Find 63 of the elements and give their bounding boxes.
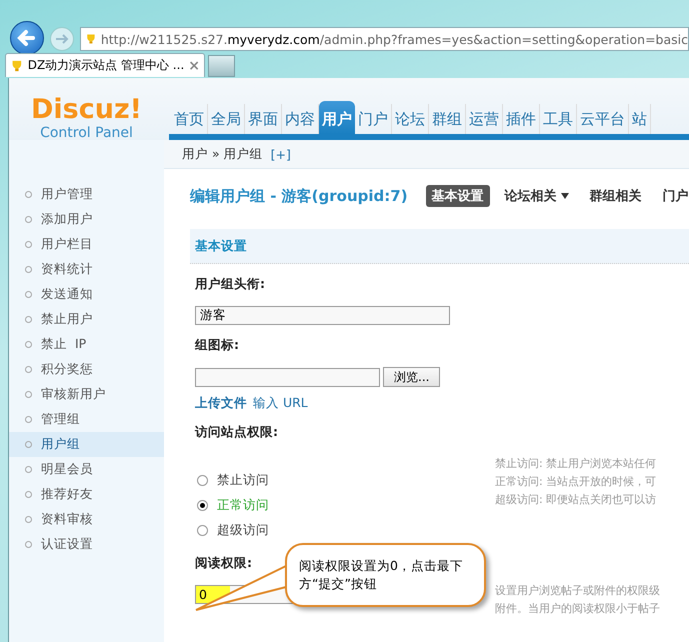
nav-tab[interactable]: 门户: [355, 104, 392, 134]
caret-icon: [560, 193, 569, 199]
help-text: 超级访问: 即便站点关闭也可以访: [495, 492, 656, 507]
sidebar-item[interactable]: 添加用户: [9, 207, 164, 232]
sidebar-item[interactable]: 推荐好友: [9, 482, 164, 507]
nav-tab[interactable]: 论坛: [392, 104, 429, 134]
sidebar-item[interactable]: 管理组: [9, 407, 164, 432]
logo-subtitle: Control Panel: [40, 125, 133, 141]
nav-tab[interactable]: 插件: [503, 104, 540, 134]
nav-tab[interactable]: 界面: [245, 104, 282, 134]
file-field[interactable]: [195, 368, 380, 386]
sidebar-item[interactable]: 认证设置: [9, 532, 164, 557]
help-text: 正常访问: 当站点开放的时候，可: [495, 474, 656, 489]
browser-tab[interactable]: DZ动力演示站点 管理中心 ... ×: [5, 53, 205, 77]
field-label: 访问站点权限:: [195, 424, 278, 441]
sidebar-item[interactable]: 用户栏目: [9, 232, 164, 257]
sidebar-item[interactable]: 用户管理: [9, 182, 164, 207]
url-link[interactable]: 输入 URL: [253, 395, 308, 412]
upload-link[interactable]: 上传文件: [195, 395, 247, 412]
nav-tab[interactable]: 首页: [171, 104, 208, 134]
subtab[interactable]: 群组相关: [584, 185, 648, 207]
radio-button[interactable]: [197, 475, 208, 486]
nav-tab[interactable]: 站: [629, 104, 651, 134]
nav-tab[interactable]: 云平台: [577, 104, 629, 134]
field-label: 阅读权限:: [195, 555, 252, 572]
field-label: 用户组头衔:: [195, 276, 265, 293]
subtab[interactable]: 论坛相关: [498, 185, 575, 207]
add-link[interactable]: [+]: [270, 146, 291, 162]
new-tab-button[interactable]: [208, 55, 235, 77]
nav-tab[interactable]: 运营: [466, 104, 503, 134]
radio-option[interactable]: 禁止访问: [197, 468, 495, 493]
nav-tab[interactable]: 工具: [540, 104, 577, 134]
sidebar-item[interactable]: 禁止用户: [9, 307, 164, 332]
subtab[interactable]: 门户: [656, 185, 689, 207]
sidebar-item[interactable]: 禁止 IP: [9, 332, 164, 357]
page-title: 编辑用户组 - 游客(groupid:7): [190, 186, 408, 206]
help-text: 禁止访问: 禁止用户浏览本站任何: [495, 456, 656, 471]
field-label: 组图标:: [195, 337, 239, 354]
sidebar-item[interactable]: 发送通知: [9, 282, 164, 307]
input-field[interactable]: 游客: [195, 306, 450, 325]
radio-button[interactable]: [197, 525, 208, 536]
sidebar-item[interactable]: 资料审核: [9, 507, 164, 532]
sidebar-item[interactable]: 审核新用户: [9, 382, 164, 407]
logo-title: Discuz!: [31, 96, 142, 123]
back-button[interactable]: [10, 21, 44, 55]
sidebar-item[interactable]: 积分奖惩: [9, 357, 164, 382]
browse-button[interactable]: 浏览...: [383, 367, 440, 387]
nav-tab[interactable]: 用户: [319, 101, 355, 134]
forward-button[interactable]: [50, 27, 74, 51]
help-text: 设置用户浏览帖子或附件的权限级: [495, 583, 660, 598]
radio-option[interactable]: 超级访问: [197, 518, 495, 543]
close-tab-button[interactable]: ×: [188, 58, 200, 74]
subtab[interactable]: 基本设置: [426, 185, 490, 207]
address-field[interactable]: http://w211525.s27.myverydz.com/admin.php?frames=yes&action=setting&operation=basic: [80, 27, 689, 51]
breadcrumb: 用户 » 用户组: [182, 146, 263, 162]
radio-button[interactable]: [197, 500, 208, 511]
section-title: 基本设置: [195, 238, 247, 254]
nav-tab[interactable]: 群组: [429, 104, 466, 134]
sidebar-item[interactable]: 明星会员: [9, 457, 164, 482]
help-text: 附件。当用户的阅读权限小于帖子: [495, 601, 660, 616]
sidebar-item[interactable]: 资料统计: [9, 257, 164, 282]
sidebar-item[interactable]: 用户组: [9, 432, 164, 457]
nav-tab[interactable]: 全局: [208, 104, 245, 134]
